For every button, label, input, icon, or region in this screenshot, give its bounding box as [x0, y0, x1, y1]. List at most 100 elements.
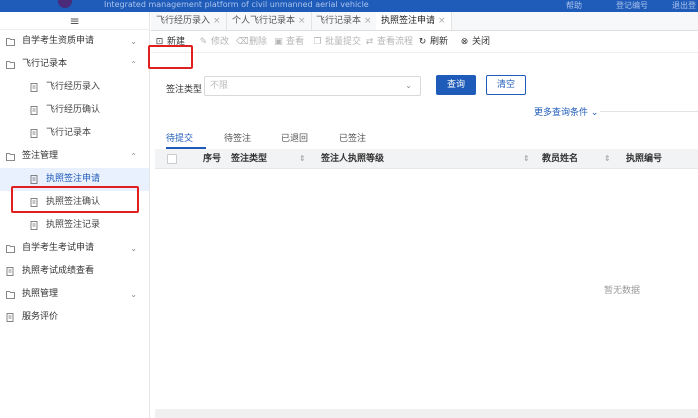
sidebar-item-label: 执照管理 — [22, 289, 59, 299]
more-query-conditions-link[interactable]: 更多查询条件 ⌄ — [534, 105, 598, 118]
document-icon — [30, 106, 39, 115]
tab-pending-endorsement[interactable]: 待签注 — [224, 131, 251, 144]
close-icon[interactable]: × — [438, 16, 446, 26]
close-icon[interactable]: × — [298, 16, 306, 26]
close-icon[interactable]: × — [213, 16, 221, 26]
tab-label: 飞行经历录入 — [156, 16, 211, 26]
tab-label: 飞行记录本 — [316, 16, 362, 26]
endorsement-type-select[interactable]: 不限 ⌄ — [204, 76, 421, 96]
highlight-box-sidebar — [11, 186, 139, 213]
sidebar-item-label: 飞行经历录入 — [46, 82, 101, 92]
sidebar-item-service-evaluation[interactable]: 服务评价 — [0, 306, 149, 329]
sidebar-item-license-endorsement-record[interactable]: 执照签注记录 — [0, 214, 149, 237]
close-circle-icon: ⊗ — [460, 37, 469, 47]
sidebar-item-endorsement-management[interactable]: 签注管理 ⌃ — [0, 145, 149, 168]
sidebar-item-exam-scores[interactable]: 执照考试成绩查看 — [0, 260, 149, 283]
page-tabs: 飞行经历录入 × 个人飞行记录本 × 飞行记录本 × 执照签注申请 × — [151, 12, 698, 31]
header-link-logout[interactable]: 退出登录 — [672, 0, 698, 12]
system-name: Integrated management platform of civil … — [104, 0, 369, 9]
edit-button-label: 修改 — [211, 37, 230, 47]
highlight-box-new-button — [148, 45, 193, 69]
view-button-label: 查看 — [286, 37, 305, 47]
close-button[interactable]: ⊗ 关闭 — [459, 35, 490, 49]
folder-icon — [6, 244, 15, 253]
endorsement-type-value: 不限 — [210, 81, 229, 91]
chevron-down-icon: ⌄ — [130, 290, 137, 299]
chevron-down-icon: ⌄ — [405, 81, 412, 90]
refresh-button[interactable]: ↻ 刷新 — [417, 35, 448, 49]
document-icon — [30, 175, 39, 184]
sidebar: ≡ 自学考生资质申请 ⌄ 飞行记录本 ⌃ 飞行经历录入 飞行经历确认 飞行记录本… — [0, 12, 150, 418]
sidebar-item-label: 执照签注申请 — [46, 174, 101, 184]
query-button[interactable]: 查询 — [436, 75, 476, 95]
clear-button[interactable]: 清空 — [486, 75, 526, 95]
column-header-instructor-name[interactable]: 教员姓名 — [542, 149, 578, 169]
top-header: Integrated management platform of civil … — [0, 0, 698, 12]
toolbar: ⊡ 新建 ✎ 修改 ⌫删除 ▣ 查看 ❐ 批量提交 ⇄ 查看流程 ↻ 刷新 ⊗ 关闭 — [151, 31, 698, 53]
sidebar-item-label: 自学考生考试申请 — [22, 243, 95, 253]
document-icon — [6, 313, 15, 322]
close-icon[interactable]: × — [364, 16, 372, 26]
sort-icon[interactable]: ⇕ — [523, 149, 530, 169]
table-header: 序号 签注类型 ⇕ 签注人执照等级 ⇕ 教员姓名 ⇕ 执照编号 — [155, 149, 698, 169]
sidebar-item-flight-log-book[interactable]: 飞行记录本 — [0, 122, 149, 145]
document-icon — [6, 267, 15, 276]
batch-icon: ❐ — [313, 37, 322, 47]
folder-icon — [6, 37, 15, 46]
document-icon — [30, 221, 39, 230]
column-header-index[interactable]: 序号 — [203, 149, 221, 169]
tab-flight-experience-entry[interactable]: 飞行经历录入 × — [151, 12, 227, 30]
empty-state-text: 暂无数据 — [604, 286, 641, 296]
sidebar-item-self-study-exam-apply[interactable]: 自学考生考试申请 ⌄ — [0, 237, 149, 260]
trash-icon: ⌫ — [236, 37, 249, 47]
view-process-button[interactable]: ⇄ 查看流程 — [364, 35, 413, 49]
view-icon: ▣ — [274, 37, 283, 47]
column-header-license-number[interactable]: 执照编号 — [626, 149, 662, 169]
chevron-down-icon: ⌄ — [130, 244, 137, 253]
sidebar-item-flight-experience-entry[interactable]: 飞行经历录入 — [0, 76, 149, 99]
sidebar-item-label: 飞行经历确认 — [46, 105, 101, 115]
close-button-label: 关闭 — [472, 37, 491, 47]
view-button[interactable]: ▣ 查看 — [273, 35, 304, 49]
sidebar-item-license-management[interactable]: 执照管理 ⌄ — [0, 283, 149, 306]
document-icon — [30, 83, 39, 92]
column-header-license-level[interactable]: 签注人执照等级 — [321, 149, 384, 169]
tab-returned[interactable]: 已退回 — [281, 131, 308, 144]
batch-submit-button-label: 批量提交 — [325, 37, 362, 47]
column-header-endorsement-type[interactable]: 签注类型 — [231, 149, 267, 169]
data-table: 序号 签注类型 ⇕ 签注人执照等级 ⇕ 教员姓名 ⇕ 执照编号 — [155, 149, 698, 410]
tab-personal-flight-log[interactable]: 个人飞行记录本 × — [227, 12, 312, 30]
refresh-button-label: 刷新 — [430, 37, 449, 47]
tab-label: 执照签注申请 — [381, 16, 436, 26]
batch-submit-button[interactable]: ❐ 批量提交 — [312, 35, 361, 49]
document-icon — [30, 129, 39, 138]
sidebar-item-label: 自学考生资质申请 — [22, 36, 95, 46]
sidebar-item-label: 执照签注记录 — [46, 220, 101, 230]
tab-flight-log[interactable]: 飞行记录本 × — [311, 12, 378, 30]
process-icon: ⇄ — [365, 37, 374, 47]
sort-icon[interactable]: ⇕ — [604, 149, 611, 169]
delete-button[interactable]: ⌫删除 — [236, 35, 267, 49]
sidebar-item-flight-log[interactable]: 飞行记录本 ⌃ — [0, 53, 149, 76]
tab-pending-submit[interactable]: 待提交 — [166, 131, 193, 144]
view-process-button-label: 查看流程 — [377, 37, 414, 47]
sidebar-item-label: 服务评价 — [22, 312, 59, 322]
sidebar-item-flight-experience-confirm[interactable]: 飞行经历确认 — [0, 99, 149, 122]
divider — [600, 111, 698, 112]
sidebar-item-label: 飞行记录本 — [46, 128, 92, 138]
logo — [58, 0, 72, 8]
header-link-help[interactable]: 帮助 — [566, 0, 582, 11]
sidebar-item-label: 飞行记录本 — [22, 59, 68, 69]
filter-label-endorsement-type: 签注类型 — [166, 85, 203, 95]
edit-icon: ✎ — [199, 37, 208, 47]
select-all-checkbox[interactable] — [167, 154, 177, 164]
sidebar-item-self-study-qualification[interactable]: 自学考生资质申请 ⌄ — [0, 30, 149, 53]
sort-icon[interactable]: ⇕ — [299, 149, 306, 169]
header-link-registration[interactable]: 登记编号 — [616, 0, 648, 11]
tab-license-endorsement-apply[interactable]: 执照签注申请 × — [376, 12, 452, 30]
horizontal-scrollbar[interactable] — [155, 409, 698, 418]
hamburger-icon[interactable]: ≡ — [0, 12, 149, 30]
folder-icon — [6, 60, 15, 69]
tab-endorsed[interactable]: 已签注 — [339, 131, 366, 144]
edit-button[interactable]: ✎ 修改 — [198, 35, 229, 49]
